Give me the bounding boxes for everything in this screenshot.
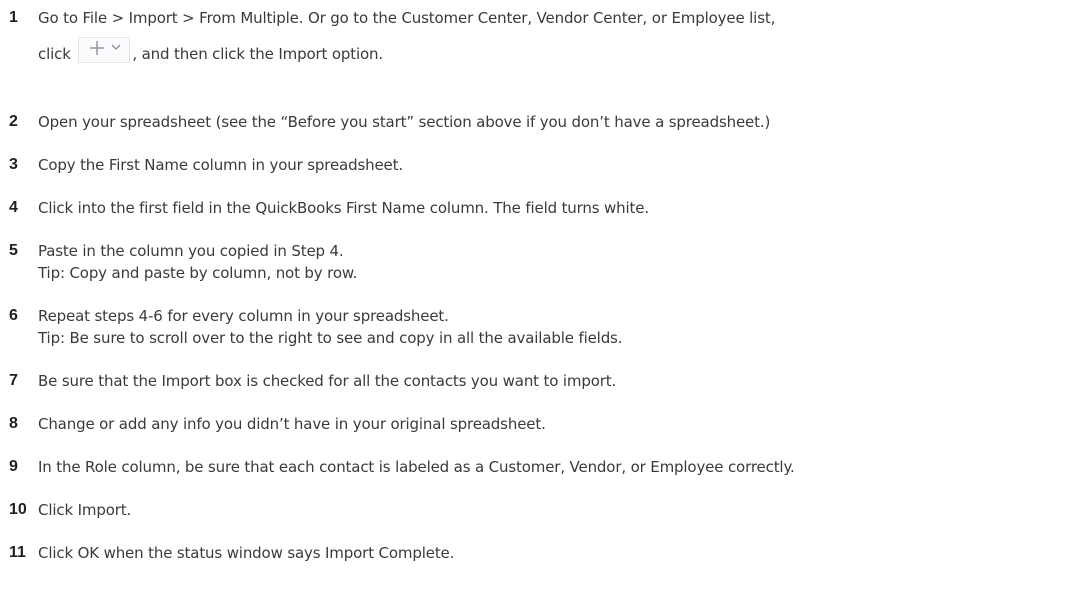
step-number: 4: [9, 199, 18, 216]
step-text-line: Paste in the column you copied in Step 4…: [38, 242, 344, 260]
plus-icon: [90, 40, 105, 55]
add-new-button[interactable]: [78, 36, 131, 63]
step-text: Paste in the column you copied in Step 4…: [38, 240, 357, 284]
step-tip: Tip: Copy and paste by column, not by ro…: [38, 264, 358, 282]
step-number: 5: [9, 242, 18, 259]
step-number: 7: [9, 372, 18, 389]
step-text: Copy the First Name column in your sprea…: [38, 156, 403, 174]
chevron-down-icon: [111, 44, 121, 50]
step-number: 2: [9, 113, 18, 130]
step-number: 9: [9, 458, 18, 475]
step-text-line: Go to File > Import > From Multiple. Or …: [38, 9, 776, 27]
step-text-line: click , and then click the Import option…: [38, 36, 775, 65]
step-tip: Tip: Be sure to scroll over to the right…: [38, 329, 623, 347]
step-number: 3: [9, 156, 18, 173]
step-text: Open your spreadsheet (see the “Before y…: [38, 113, 771, 131]
step-number: 1: [9, 9, 18, 26]
step-text: Click Import.: [38, 501, 132, 519]
add-button-glyphs: [90, 40, 121, 55]
step-text-line: Repeat steps 4-6 for every column in you…: [38, 307, 449, 325]
step-text: Repeat steps 4-6 for every column in you…: [38, 305, 622, 349]
step-text: Click OK when the status window says Imp…: [38, 544, 455, 562]
step-text: Go to File > Import > From Multiple. Or …: [38, 7, 775, 65]
step-number: 10: [9, 501, 27, 518]
step-number: 6: [9, 307, 18, 324]
step-text-fragment: , and then click the Import option.: [132, 45, 383, 63]
step-text: Click into the first field in the QuickB…: [38, 199, 649, 217]
step-number: 8: [9, 415, 18, 432]
step-text: In the Role column, be sure that each co…: [38, 458, 795, 476]
step-text: Change or add any info you didn’t have i…: [38, 415, 546, 433]
step-number: 11: [9, 544, 26, 561]
step-text: Be sure that the Import box is checked f…: [38, 372, 617, 390]
step-text-fragment: click: [38, 45, 71, 63]
